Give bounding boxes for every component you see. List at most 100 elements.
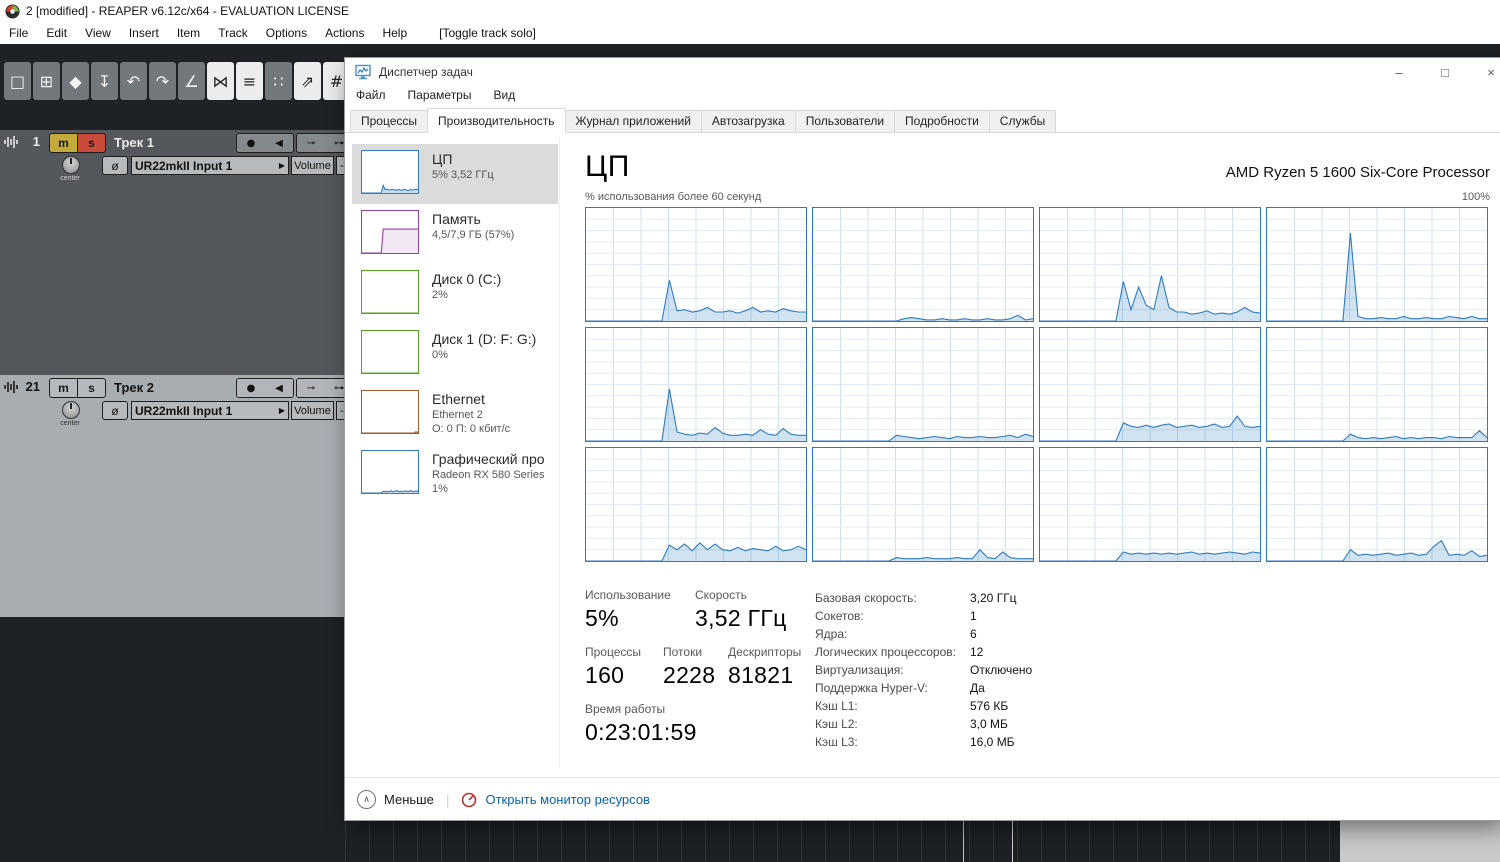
track-name[interactable]: Трек 2 <box>114 380 154 395</box>
core-graph-cpu-10 <box>1039 447 1261 562</box>
spec-value: Да <box>970 681 985 695</box>
task-manager-icon <box>355 64 371 80</box>
spec-label: Логических процессоров: <box>815 645 956 659</box>
spec-value: Отключено <box>970 663 1033 677</box>
tm-menu-вид[interactable]: Вид <box>482 88 526 108</box>
reaper-menu-toggletracksolo[interactable]: [Toggle track solo] <box>430 26 545 40</box>
track-panel-2[interactable]: 21 m s Трек 2 ● ◀ ⊸ ⊶ center ø UR22mkII … <box>0 375 362 617</box>
mute-button[interactable]: m <box>49 378 78 398</box>
graph-caption: % использования более 60 секунд <box>585 191 762 203</box>
sidebar-item-title: Диск 1 (D: F: G:) <box>432 331 537 347</box>
reaper-menu-item[interactable]: Item <box>168 26 209 40</box>
tab-автозагрузка[interactable]: Автозагрузка <box>700 110 796 133</box>
sidebar-item-mem[interactable]: Память 4,5/7,9 ГБ (57%) <box>352 204 558 264</box>
toolbar-button[interactable]: ∠ <box>178 62 205 100</box>
spec-label: Базовая скорость: <box>815 591 917 605</box>
toolbar-button[interactable]: ◆ <box>62 62 89 100</box>
sidebar-item-eth[interactable]: Ethernet Ethernet 2 О: 0 П: 0 кбит/с <box>352 384 558 444</box>
reaper-arrange-view[interactable] <box>345 820 1500 862</box>
tm-menu-файл[interactable]: Файл <box>345 88 397 108</box>
tab-службы[interactable]: Службы <box>988 110 1057 133</box>
pan-knob[interactable] <box>62 156 80 174</box>
route-send-button[interactable]: ⊸ <box>297 134 325 152</box>
phase-button[interactable]: ø <box>102 401 128 420</box>
volume-label[interactable]: Volume <box>291 401 334 420</box>
tm-titlebar[interactable]: Диспетчер задач – □ × <box>345 58 1500 86</box>
reaper-menu-track[interactable]: Track <box>209 26 257 40</box>
spec-label: Ядра: <box>815 627 848 641</box>
cpu-core-graphs <box>585 207 1488 562</box>
volume-label[interactable]: Volume <box>291 156 334 175</box>
reaper-menu-edit[interactable]: Edit <box>37 26 76 40</box>
phase-button[interactable]: ø <box>102 156 128 175</box>
mute-button[interactable]: m <box>49 133 78 153</box>
sidebar-item-detail: 5% 3,52 ГГц <box>432 169 494 181</box>
sidebar-item-detail: Radeon RX 580 Series <box>432 469 545 481</box>
reaper-menu-help[interactable]: Help <box>373 26 416 40</box>
sidebar-item-title: Память <box>432 211 481 227</box>
track-panel-1[interactable]: 1 m s Трек 1 ● ◀ ⊸ ⊶ center ø UR22mkII I… <box>0 130 362 375</box>
project-settings-icon: ↧ <box>97 71 112 91</box>
sidebar-item-gpu[interactable]: Графический про Radeon RX 580 Series 1% <box>352 444 558 504</box>
toolbar-button[interactable]: ⇗ <box>294 62 321 100</box>
solo-button[interactable]: s <box>77 133 106 153</box>
crossfade-icon: ⋈ <box>212 71 229 91</box>
toolbar-button[interactable]: ∷ <box>265 62 292 100</box>
toolbar-button[interactable]: ≡ <box>236 62 263 100</box>
open-resource-monitor-link[interactable]: Открыть монитор ресурсов <box>485 792 649 807</box>
open-project-icon: ⊞ <box>39 71 54 91</box>
tab-пользователи[interactable]: Пользователи <box>794 110 896 133</box>
close-button[interactable]: × <box>1468 58 1500 86</box>
sidebar-item-disk[interactable]: Диск 1 (D: F: G:) 0% <box>352 324 558 384</box>
toolbar-button[interactable]: ⊞ <box>33 62 60 100</box>
input-selector[interactable]: UR22mkII Input 1 ▶ <box>131 401 289 420</box>
sidebar-item-detail: О: 0 П: 0 кбит/с <box>432 423 511 435</box>
chevron-right-icon: ▶ <box>278 161 285 170</box>
tab-производительность[interactable]: Производительность <box>427 108 566 133</box>
toolbar-button[interactable]: □ <box>4 62 31 100</box>
reaper-menu-options[interactable]: Options <box>257 26 316 40</box>
reaper-menu-file[interactable]: File <box>0 26 37 40</box>
input-selector[interactable]: UR22mkII Input 1 ▶ <box>131 156 289 175</box>
toolbar-button[interactable]: ↧ <box>91 62 118 100</box>
track-name[interactable]: Трек 1 <box>114 135 154 150</box>
less-button[interactable]: Меньше <box>384 792 434 807</box>
toolbar-button[interactable]: ⋈ <box>207 62 234 100</box>
record-arm-button[interactable]: ● <box>237 134 265 152</box>
spec-value: 576 КБ <box>970 699 1009 713</box>
core-graph-cpu-5 <box>812 327 1034 442</box>
minimize-button[interactable]: – <box>1376 58 1422 86</box>
pan-knob[interactable] <box>62 401 80 419</box>
tab-журнал-приложений[interactable]: Журнал приложений <box>564 110 702 133</box>
route-send-button[interactable]: ⊸ <box>297 379 325 397</box>
monitor-button[interactable]: ◀ <box>265 134 293 152</box>
redo-icon: ↷ <box>155 71 170 91</box>
stat-использование: Использование 5% <box>585 588 695 632</box>
tm-menu-параметры[interactable]: Параметры <box>397 88 483 108</box>
sidebar-item-cpu[interactable]: ЦП 5% 3,52 ГГц <box>352 144 558 204</box>
chevron-up-circle-icon[interactable]: ∧ <box>357 790 376 809</box>
spec-label: Виртуализация: <box>815 663 904 677</box>
toolbar-button[interactable]: ↷ <box>149 62 176 100</box>
toolbar-button[interactable]: ↶ <box>120 62 147 100</box>
undo-icon: ↶ <box>126 71 141 91</box>
monitor-button[interactable]: ◀ <box>265 379 293 397</box>
stat-label: Процессы <box>585 645 642 659</box>
sidebar-item-detail: 0% <box>432 349 448 361</box>
sidebar-divider <box>559 138 560 768</box>
reaper-menu-view[interactable]: View <box>76 26 120 40</box>
sidebar-thumbnail-gpu <box>361 450 419 494</box>
sidebar-item-title: Диск 0 (C:) <box>432 271 502 287</box>
record-arm-button[interactable]: ● <box>237 379 265 397</box>
tab-подробности[interactable]: Подробности <box>894 110 990 133</box>
solo-button[interactable]: s <box>77 378 106 398</box>
reaper-menubar: File Edit View Insert Item Track Options Action… <box>0 22 1500 44</box>
tm-window-title: Диспетчер задач <box>379 65 473 79</box>
sidebar-item-disk[interactable]: Диск 0 (C:) 2% <box>352 264 558 324</box>
ripple-edit-icon: ∷ <box>273 71 284 91</box>
core-graph-cpu-6 <box>1039 327 1261 442</box>
reaper-menu-actions[interactable]: Actions <box>316 26 373 40</box>
maximize-button[interactable]: □ <box>1422 58 1468 86</box>
reaper-menu-insert[interactable]: Insert <box>120 26 168 40</box>
tab-процессы[interactable]: Процессы <box>350 110 429 133</box>
